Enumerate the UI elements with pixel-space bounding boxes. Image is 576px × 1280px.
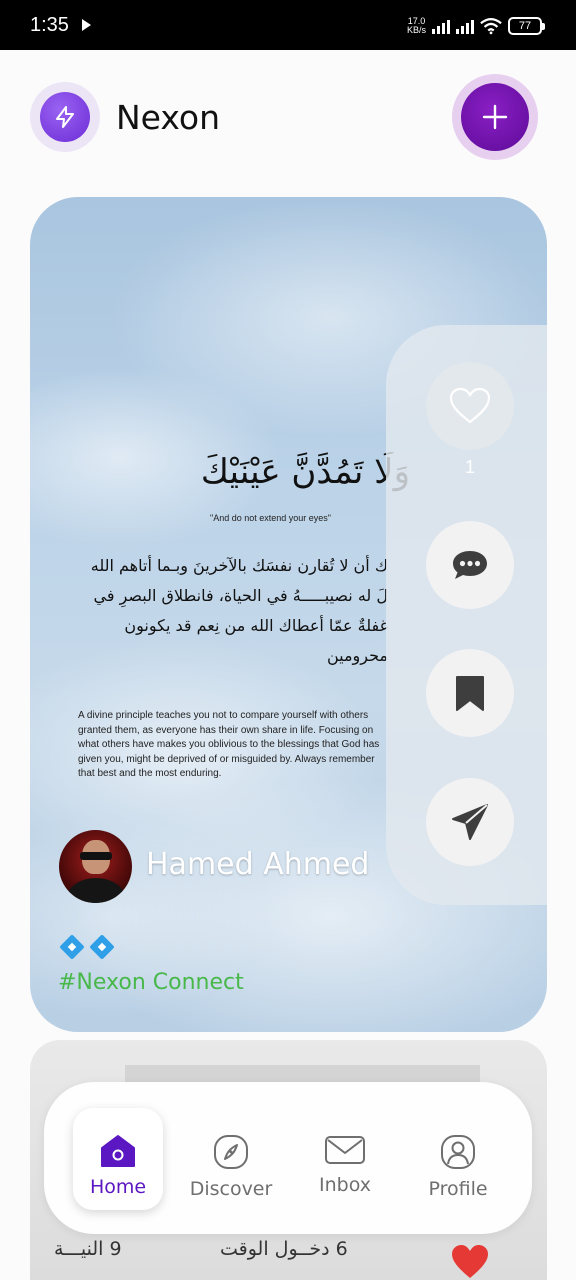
app-title: Nexon — [116, 98, 221, 137]
wifi-icon — [480, 17, 502, 35]
network-speed-unit: KB/s — [406, 25, 426, 35]
like-button[interactable] — [426, 362, 514, 450]
nav-home[interactable]: Home — [73, 1108, 163, 1210]
post-card[interactable]: وَلَا تَمُدَّنَّ عَيْنَيْكَ "And do not … — [30, 197, 547, 1032]
nav-profile-label: Profile — [428, 1178, 488, 1200]
send-icon — [452, 804, 488, 840]
bottom-navigation: Home Discover Inbox Profile — [44, 1082, 532, 1234]
share-button[interactable] — [426, 778, 514, 866]
signal-icon-2 — [456, 18, 474, 34]
bookmark-icon — [456, 676, 484, 711]
nav-inbox-label: Inbox — [319, 1174, 371, 1196]
home-icon — [101, 1135, 135, 1167]
battery-icon: 77 — [508, 17, 545, 35]
next-post-text-right: 6 دخــول الوقت — [220, 1238, 348, 1260]
post-image-arabic-title: وَلَا تَمُدَّنَّ عَيْنَيْكَ — [200, 452, 410, 492]
bookmark-button[interactable] — [426, 649, 514, 737]
diamond-emoji-icon — [90, 935, 114, 959]
emoji-line — [60, 935, 114, 959]
app-screen: 1:35 17.0 KB/s 77 Nexon وَلَا تَمُدَّنَّ… — [0, 0, 576, 1280]
author-avatar[interactable] — [59, 830, 132, 903]
nav-discover-label: Discover — [189, 1178, 273, 1200]
post-actions-panel: 1 — [386, 325, 547, 905]
like-count: 1 — [464, 457, 475, 477]
lightning-bolt-icon — [40, 92, 90, 142]
nav-inbox[interactable]: Inbox — [300, 1108, 390, 1210]
play-icon — [82, 19, 91, 31]
profile-icon — [441, 1135, 475, 1169]
mail-icon — [325, 1136, 365, 1164]
next-post-text-left: 9 النيـــة — [54, 1238, 122, 1260]
chat-bubble-icon — [453, 551, 487, 579]
post-image-english-body: A divine principle teaches you not to co… — [78, 710, 380, 779]
status-indicators: 17.0 KB/s 77 — [407, 15, 545, 37]
heart-outline-icon — [449, 387, 491, 424]
nav-discover[interactable]: Discover — [186, 1108, 276, 1210]
signal-icon — [432, 18, 450, 34]
diamond-emoji-icon — [60, 935, 84, 959]
compass-icon — [214, 1135, 248, 1169]
status-bar: 1:35 17.0 KB/s 77 — [0, 0, 576, 50]
plus-icon — [461, 83, 529, 151]
app-logo[interactable] — [30, 82, 100, 152]
network-speed: 17.0 KB/s — [407, 17, 426, 35]
post-image-arabic-body: ك أن لا تُقارن نفسَك بالآخرينَ وبـما أتا… — [90, 556, 388, 665]
comment-button[interactable] — [426, 521, 514, 609]
author-name[interactable]: Hamed Ahmed — [146, 847, 369, 882]
post-hashtag[interactable]: #Nexon Connect — [58, 970, 244, 995]
battery-level: 77 — [518, 20, 532, 32]
heart-filled-icon — [452, 1245, 488, 1278]
nav-profile[interactable]: Profile — [413, 1108, 503, 1210]
post-image-english-quote: "And do not extend your eyes" — [210, 513, 331, 523]
nav-home-label: Home — [89, 1176, 147, 1198]
create-post-button[interactable] — [452, 74, 538, 160]
status-time: 1:35 — [30, 14, 69, 36]
